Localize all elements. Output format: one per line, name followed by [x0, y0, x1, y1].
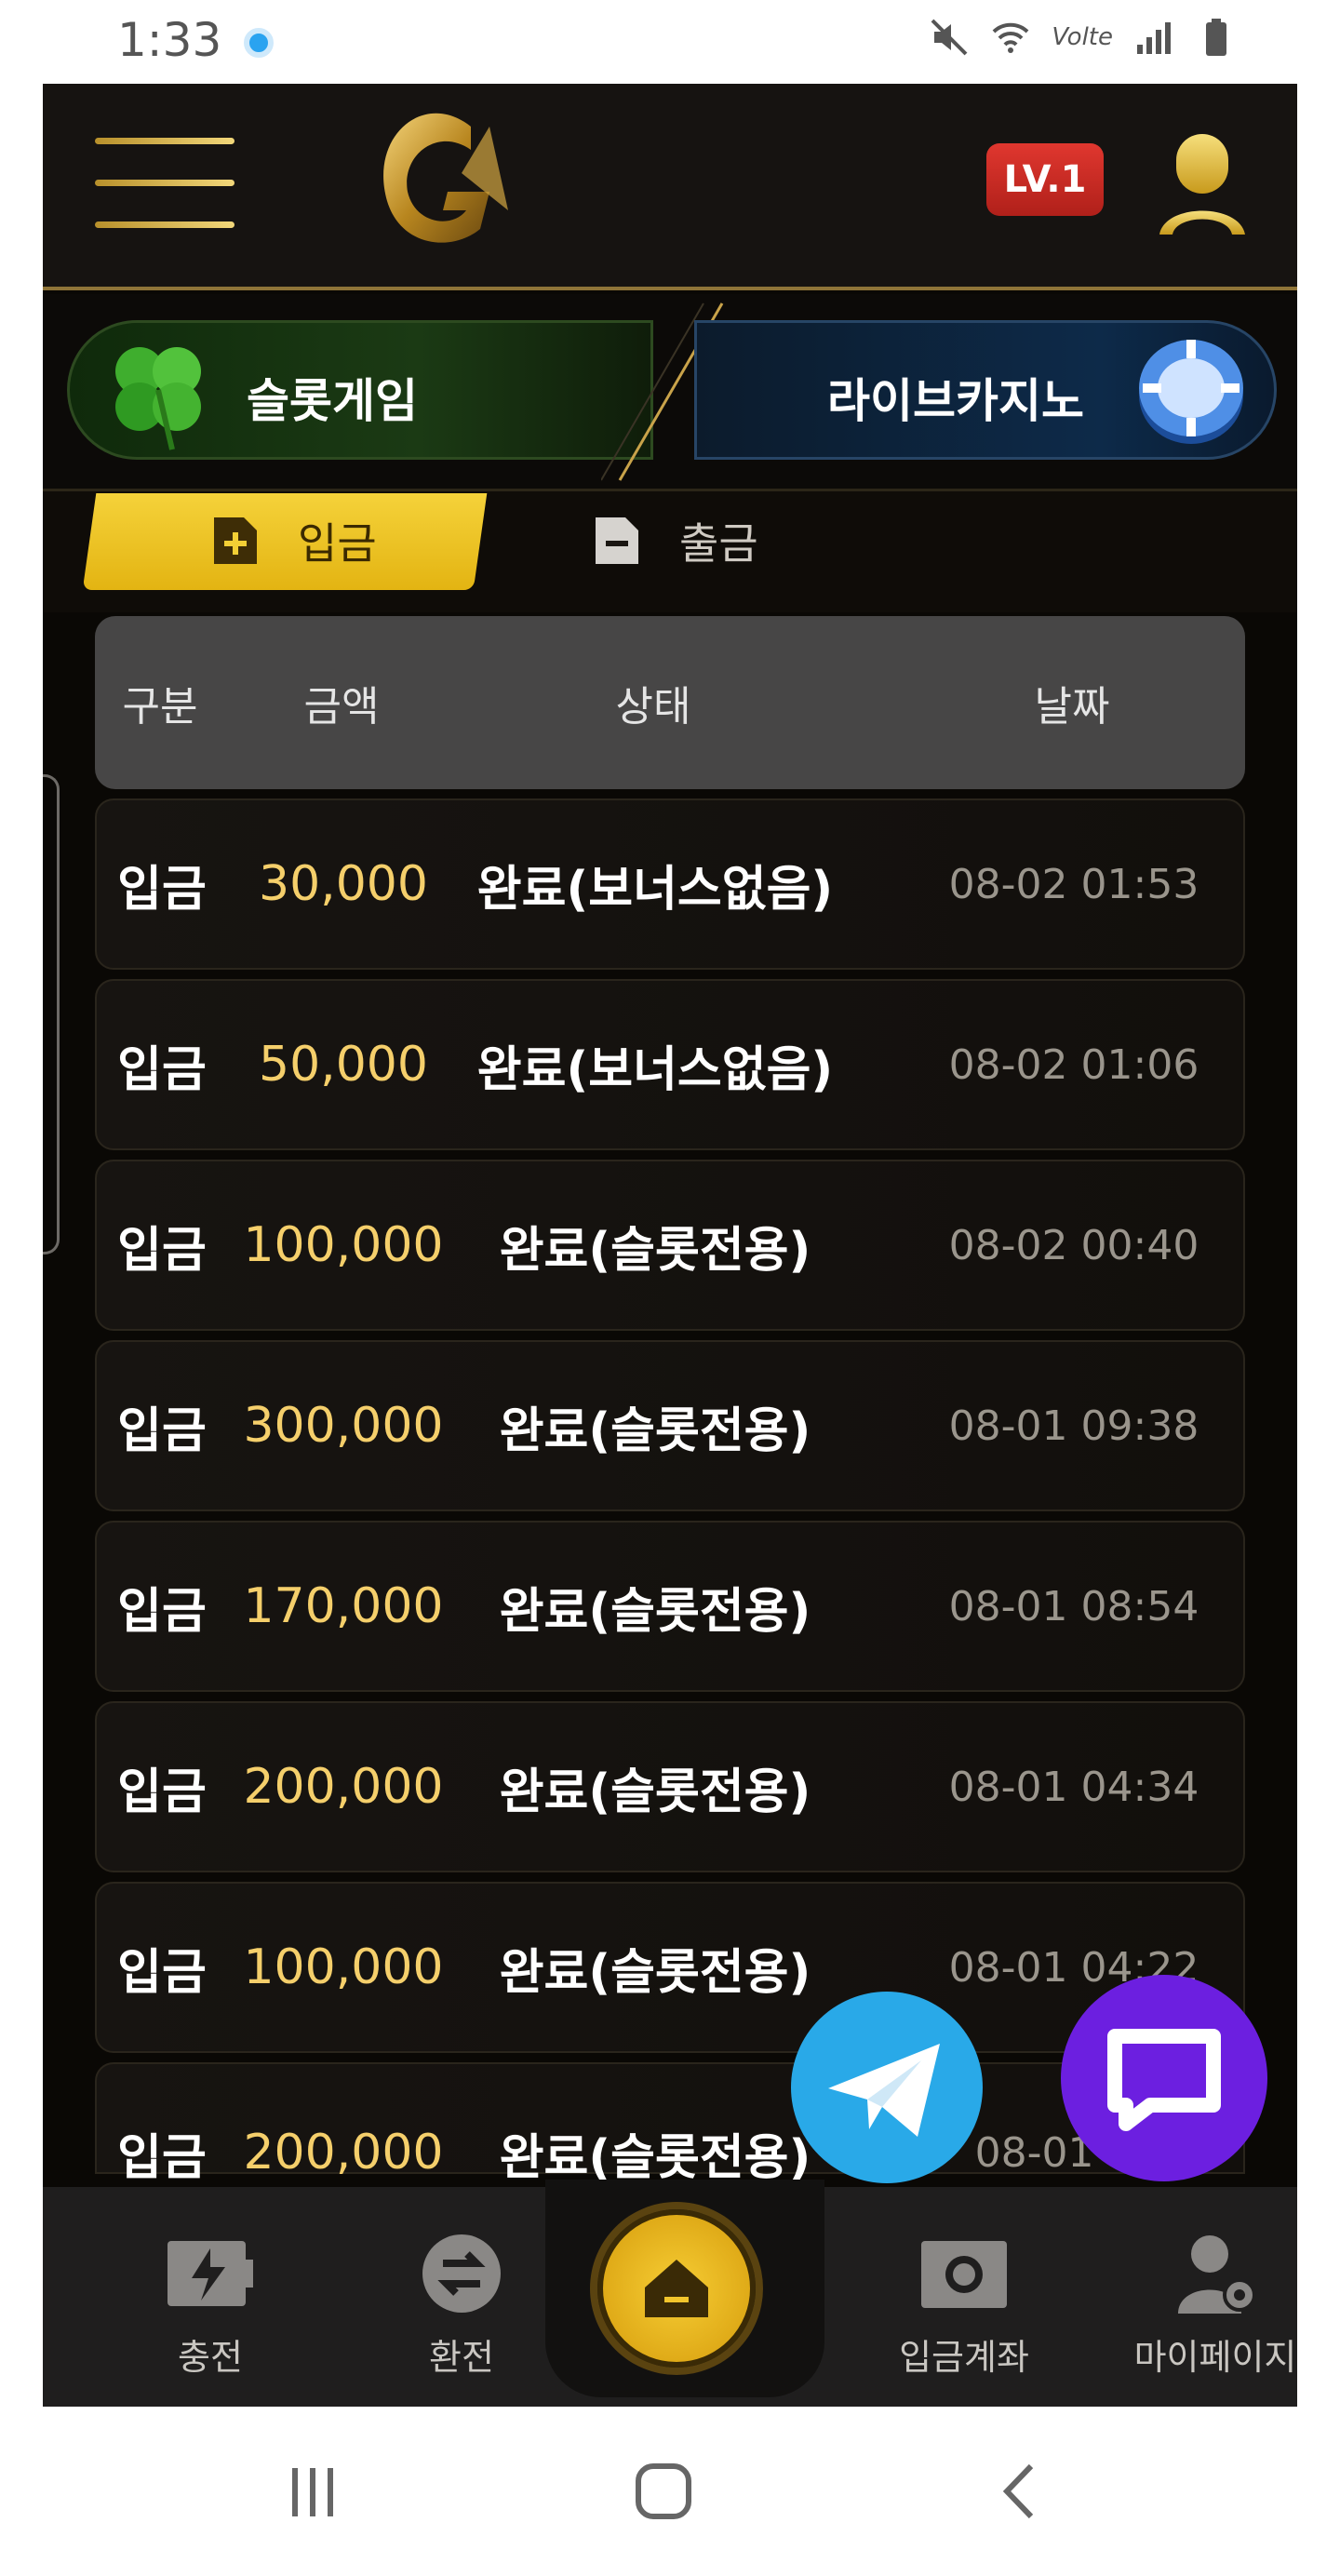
row-amount: 170,000	[243, 1578, 444, 1634]
home-system-icon[interactable]	[633, 2461, 694, 2522]
nav-exchange[interactable]: 환전	[378, 2234, 545, 2380]
table-row: 입금 170,000 완료(슬롯전용) 08-01 08:54	[95, 1521, 1245, 1692]
row-type: 입금	[117, 1041, 207, 1098]
status-time: 1:33	[117, 13, 222, 67]
volte-label: Volte	[1052, 23, 1113, 51]
row-amount: 300,000	[243, 1398, 444, 1454]
row-amount: 50,000	[259, 1037, 428, 1093]
withdraw-minus-icon	[596, 517, 638, 564]
notification-dot-icon	[244, 28, 274, 58]
nav-deposit-account[interactable]: 입금계좌	[880, 2234, 1048, 2380]
nav-my-page-label: 마이페이지	[1133, 2337, 1297, 2378]
row-amount: 200,000	[243, 1759, 444, 1815]
battery-charge-icon	[168, 2241, 253, 2306]
exchange-icon	[422, 2234, 501, 2313]
nav-my-page[interactable]: 마이페이지	[1132, 2234, 1299, 2380]
user-settings-icon	[1178, 2235, 1256, 2314]
camera-icon	[921, 2241, 1007, 2308]
live-chat-button[interactable]	[1061, 1975, 1267, 2181]
casino-chip-icon	[1139, 340, 1243, 444]
row-type: 입금	[117, 1402, 207, 1459]
header-status: 상태	[615, 683, 691, 731]
home-icon	[645, 2260, 708, 2317]
nav-exchange-label: 환전	[429, 2337, 494, 2378]
tab-withdraw-label: 출금	[679, 518, 758, 569]
row-amount: 100,000	[243, 1217, 444, 1273]
mute-icon	[931, 19, 968, 56]
table-row: 입금 300,000 완료(슬롯전용) 08-01 09:38	[95, 1340, 1245, 1511]
status-bar: 1:33 Volte	[43, 0, 1297, 84]
deposit-plus-icon	[214, 517, 257, 564]
user-profile-icon[interactable]	[1156, 134, 1249, 236]
app-screen: 1:33 Volte LV.1 슬롯게임 라이브카지노 입금 출금 구분 금액 …	[43, 0, 1297, 2576]
telegram-button[interactable]	[791, 1992, 983, 2183]
row-date: 08-02 01:53	[948, 860, 1199, 908]
category-casino-label: 라이브카지노	[827, 374, 1084, 428]
row-date: 08-01 08:54	[948, 1582, 1199, 1630]
brand-logo[interactable]	[350, 99, 527, 275]
table-row: 입금 100,000 완료(슬롯전용) 08-02 00:40	[95, 1160, 1245, 1331]
chat-bubble-icon	[1107, 2029, 1221, 2131]
menu-icon[interactable]	[95, 138, 234, 240]
row-status: 완료(슬롯전용)	[499, 1222, 811, 1279]
row-status: 완료(보너스없음)	[476, 1041, 834, 1098]
nav-charge-label: 충전	[178, 2337, 243, 2378]
header-amount: 금액	[303, 683, 380, 731]
category-bar: 슬롯게임 라이브카지노	[43, 294, 1297, 491]
recent-apps-icon[interactable]	[285, 2464, 341, 2520]
category-slot-label: 슬롯게임	[247, 374, 418, 428]
telegram-icon	[828, 2044, 940, 2137]
category-live-casino[interactable]: 라이브카지노	[694, 320, 1277, 460]
row-amount: 30,000	[259, 856, 428, 912]
table-row: 입금 50,000 완료(보너스없음) 08-02 01:06	[95, 979, 1245, 1150]
table-row: 입금 30,000 완료(보너스없음) 08-02 01:53	[95, 798, 1245, 970]
header-date: 날짜	[1034, 683, 1110, 731]
row-status: 완료(슬롯전용)	[499, 1764, 811, 1820]
nav-charge[interactable]: 충전	[127, 2234, 294, 2380]
side-drawer-handle[interactable]	[43, 774, 60, 1254]
row-type: 입금	[117, 1222, 207, 1279]
row-date: 08-01 09:38	[948, 1402, 1199, 1450]
header-type: 구분	[122, 683, 198, 731]
table-row: 입금 200,000 완료(슬롯전용) 08-01 04:34	[95, 1701, 1245, 1872]
row-status: 완료(슬롯전용)	[499, 1402, 811, 1459]
row-date: 08-01 04:34	[948, 1763, 1199, 1811]
tab-deposit-label: 입금	[298, 518, 377, 569]
bottom-nav: 충전 환전 입금계좌 마이페이지	[43, 2180, 1299, 2407]
clover-icon	[115, 347, 201, 450]
deposit-history-table: 구분 금액 상태 날짜 입금 30,000 완료(보너스없음) 08-02 01…	[95, 616, 1245, 2186]
category-slot-game[interactable]: 슬롯게임	[67, 320, 653, 460]
row-date: 08-02 00:40	[948, 1221, 1199, 1269]
row-status: 완료(슬롯전용)	[499, 1944, 811, 2001]
row-type: 입금	[117, 1944, 207, 2001]
row-date: 08-02 01:06	[948, 1040, 1199, 1089]
nav-deposit-account-label: 입금계좌	[899, 2337, 1029, 2378]
system-nav-bar	[43, 2407, 1297, 2576]
deposit-withdraw-tabs: 입금 출금	[43, 491, 1297, 612]
tab-deposit[interactable]: 입금	[210, 510, 377, 571]
tab-withdraw[interactable]: 출금	[592, 510, 758, 571]
battery-icon	[1206, 19, 1226, 56]
app-header: LV.1	[43, 84, 1297, 290]
row-type: 입금	[117, 861, 207, 918]
nav-home[interactable]	[597, 2209, 756, 2368]
level-badge[interactable]: LV.1	[986, 143, 1104, 216]
row-type: 입금	[117, 1764, 207, 1820]
row-amount: 100,000	[243, 1939, 444, 1995]
row-type: 입금	[117, 1583, 207, 1640]
back-icon[interactable]	[996, 2461, 1042, 2522]
signal-icon	[1137, 22, 1171, 54]
row-status: 완료(슬롯전용)	[499, 1583, 811, 1640]
table-header: 구분 금액 상태 날짜	[95, 616, 1245, 789]
wifi-icon	[993, 22, 1029, 53]
row-status: 완료(보너스없음)	[476, 861, 834, 918]
